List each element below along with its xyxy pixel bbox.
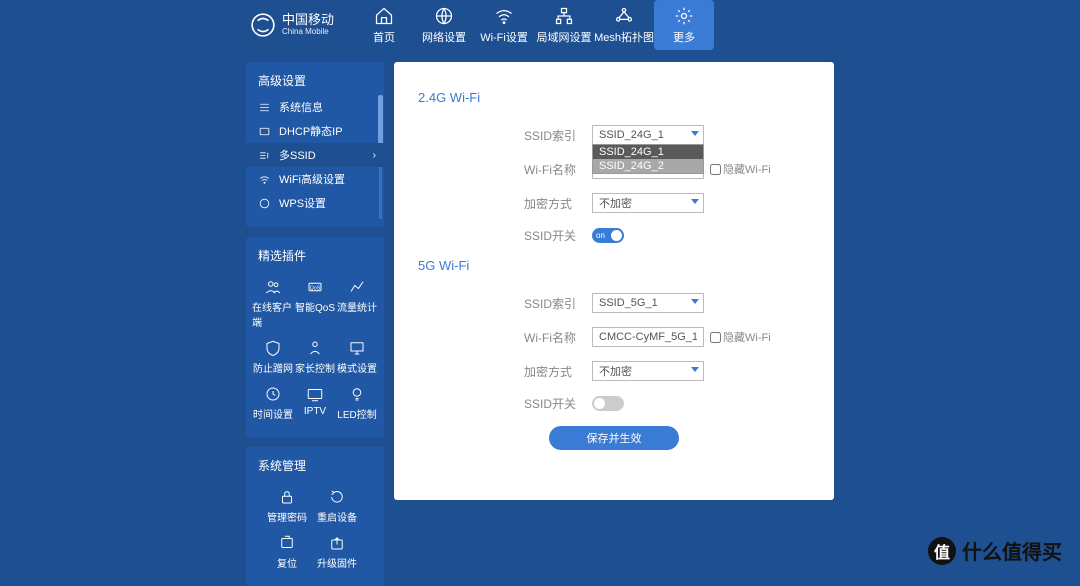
label-ssid-index-5: SSID索引: [514, 295, 592, 312]
select-ssid-5[interactable]: SSID_5G_1: [592, 293, 704, 313]
tool-led[interactable]: LED控制: [336, 381, 378, 425]
tool-mode[interactable]: 模式设置: [336, 335, 378, 379]
watermark-badge: 值: [928, 537, 956, 565]
section-24g-title: 2.4G Wi-Fi: [418, 90, 810, 105]
ssid-icon: [258, 149, 271, 162]
caret-down-icon: [691, 367, 699, 372]
chevron-right-icon: ›: [373, 150, 376, 161]
tool-parental[interactable]: 家长控制: [294, 335, 336, 379]
svg-text:QoS: QoS: [310, 285, 321, 291]
mode-icon: [348, 339, 366, 357]
nav-wifi[interactable]: Wi-Fi设置: [474, 0, 534, 50]
nav-network[interactable]: 网络设置: [414, 0, 474, 50]
advanced-title: 高级设置: [246, 62, 384, 95]
caret-down-icon: [691, 299, 699, 304]
reboot-icon: [328, 488, 346, 506]
save-button[interactable]: 保存并生效: [549, 426, 679, 450]
tool-traffic[interactable]: 流量统计: [336, 274, 378, 333]
plugins-panel: 精选插件 在线客户端 QoS智能QoS 流量统计 防止蹭网 家长控制 模式设置 …: [246, 237, 384, 437]
advanced-panel: 高级设置 系统信息 DHCP静态IP 多SSID ›: [246, 62, 384, 227]
wps-icon: [258, 197, 271, 210]
section-5g-title: 5G Wi-Fi: [418, 258, 810, 273]
menu-multi-ssid[interactable]: 多SSID ›: [246, 143, 384, 167]
clock-icon: [264, 385, 282, 403]
tool-password[interactable]: 管理密码: [262, 484, 312, 528]
chart-icon: [348, 278, 366, 296]
nav-lan[interactable]: 局域网设置: [534, 0, 594, 50]
main-form: 2.4G Wi-Fi SSID索引 SSID_24G_1 SSID_24G_1 …: [394, 62, 834, 500]
tool-upgrade[interactable]: 升级固件: [312, 530, 362, 574]
lock-icon: [278, 488, 296, 506]
brand-logo: 中国移动 China Mobile: [250, 12, 334, 38]
system-panel: 系统管理 管理密码 重启设备 复位 升级固件: [246, 447, 384, 586]
clients-icon: [264, 278, 282, 296]
tool-clients[interactable]: 在线客户端: [252, 274, 294, 333]
tool-reboot[interactable]: 重启设备: [312, 484, 362, 528]
china-mobile-icon: [250, 12, 276, 38]
caret-down-icon: [691, 131, 699, 136]
nav-mesh[interactable]: Mesh拓扑图: [594, 0, 654, 50]
tv-icon: [306, 385, 324, 403]
home-icon: [374, 6, 394, 26]
menu-dhcp[interactable]: DHCP静态IP: [246, 119, 384, 143]
tool-reset[interactable]: 复位: [262, 530, 312, 574]
tool-antileech[interactable]: 防止蹭网: [252, 335, 294, 379]
globe-icon: [434, 6, 454, 26]
watermark-text: 什么值得买: [962, 536, 1062, 565]
select-encryption-24[interactable]: 不加密: [592, 193, 704, 213]
label-ssid-index-24: SSID索引: [514, 127, 592, 144]
label-wifi-name-5: Wi-Fi名称: [514, 329, 592, 346]
dropdown-option-1[interactable]: SSID_24G_1: [593, 145, 703, 159]
hide-wifi-checkbox-5[interactable]: [710, 332, 721, 343]
input-wifi-name-5[interactable]: [592, 327, 704, 347]
label-wifi-name-24: Wi-Fi名称: [514, 161, 592, 178]
tool-iptv[interactable]: IPTV: [294, 381, 336, 425]
gear-icon: [674, 6, 694, 26]
menu-wps[interactable]: WPS设置: [246, 191, 384, 215]
caret-down-icon: [691, 199, 699, 204]
brand-cn: 中国移动: [282, 13, 334, 27]
list-icon: [258, 101, 271, 114]
watermark: 值 什么值得买: [928, 536, 1062, 565]
system-title: 系统管理: [246, 447, 384, 480]
hide-wifi-5[interactable]: 隐藏Wi-Fi: [710, 329, 771, 345]
select-ssid-24[interactable]: SSID_24G_1: [592, 125, 704, 145]
toggle-ssid-24[interactable]: on: [592, 228, 624, 243]
nav-home[interactable]: 首页: [354, 0, 414, 50]
hide-wifi-checkbox-24[interactable]: [710, 164, 721, 175]
nav-more[interactable]: 更多: [654, 0, 714, 50]
dropdown-option-2[interactable]: SSID_24G_2: [593, 159, 703, 173]
tool-qos[interactable]: QoS智能QoS: [294, 274, 336, 333]
shield-icon: [264, 339, 282, 357]
label-ssid-switch-5: SSID开关: [514, 395, 592, 412]
wifi-adv-icon: [258, 173, 271, 186]
label-encryption-24: 加密方式: [514, 195, 592, 212]
mesh-icon: [614, 6, 634, 26]
upgrade-icon: [328, 534, 346, 552]
parental-icon: [306, 339, 324, 357]
dropdown-ssid-24: SSID_24G_1 SSID_24G_2: [592, 144, 704, 174]
brand-en: China Mobile: [282, 28, 334, 37]
menu-system-info[interactable]: 系统信息: [246, 95, 384, 119]
hide-wifi-24[interactable]: 隐藏Wi-Fi: [710, 161, 771, 177]
tool-time[interactable]: 时间设置: [252, 381, 294, 425]
qos-icon: QoS: [306, 278, 324, 296]
led-icon: [348, 385, 366, 403]
toggle-ssid-5[interactable]: [592, 396, 624, 411]
plugins-title: 精选插件: [246, 237, 384, 270]
label-encryption-5: 加密方式: [514, 363, 592, 380]
menu-wifi-advanced[interactable]: WiFi高级设置: [246, 167, 384, 191]
lan-icon: [554, 6, 574, 26]
reset-icon: [278, 534, 296, 552]
label-ssid-switch-24: SSID开关: [514, 227, 592, 244]
ip-icon: [258, 125, 271, 138]
select-encryption-5[interactable]: 不加密: [592, 361, 704, 381]
wifi-icon: [494, 6, 514, 26]
